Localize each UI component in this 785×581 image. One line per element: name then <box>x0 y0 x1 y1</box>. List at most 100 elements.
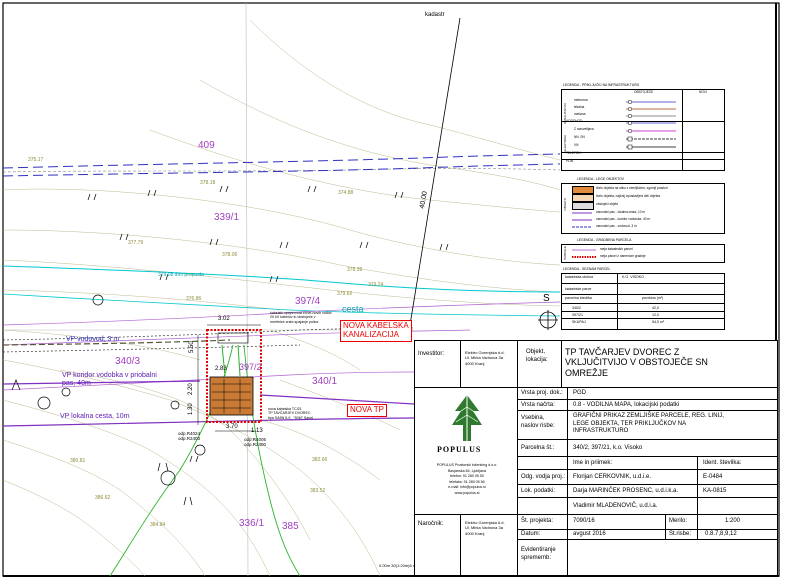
dimension-text: 5.50 <box>189 341 195 353</box>
elevation-label: 383.52 <box>310 488 326 494</box>
elevation-label: 378.18 <box>200 180 216 186</box>
dimension-text: 2.83 <box>215 366 227 372</box>
object-label: Objekt, lokacija: <box>526 349 548 363</box>
scale-label: Merilo: <box>669 518 688 524</box>
legend-row: tloris objekta, najbolj izpostavljeni de… <box>596 194 661 198</box>
elevation-label: 380.81 <box>70 458 86 464</box>
parcel-label-385: 385 <box>282 521 299 532</box>
substation-note: nova kabelska TCI21 TP TAVČARJEV DVOREC … <box>268 407 313 420</box>
parcel-no-label: Parcelna št.: <box>521 445 555 451</box>
elevation-label: 375.17 <box>28 157 44 163</box>
road-boundary <box>2 153 561 177</box>
client-label: Naročnik: <box>418 521 444 527</box>
ident-header: Ident. številka: <box>703 460 742 466</box>
elevation-label: 379.62 <box>337 291 353 297</box>
legend-ko-value: K.O. VISOKO <box>622 275 644 279</box>
legend-row: VN <box>574 143 579 147</box>
revision-label: Evidentiranje sprememb: <box>521 547 556 561</box>
legend-group: PARCELE <box>563 246 567 260</box>
legend-infrastructure: LEGENDA - PRIKLJUČKI NA INFRASTRUKTURO O… <box>561 83 725 172</box>
parcel-label-409: 409 <box>198 140 215 151</box>
object-value: TP TAVČARJEV DVOREC Z VKLJUČITVIJO V OBS… <box>565 347 708 378</box>
north-arrow <box>538 310 558 330</box>
water-line <box>2 265 561 293</box>
content-label: Vsebina, naslov risbe: <box>521 415 555 429</box>
parcel-label-340-3: 340/3 <box>115 356 141 367</box>
new-substation-label: NOVA TP <box>347 404 387 417</box>
point-note: odp.R4024 odp.R2403 <box>178 431 201 442</box>
grid-line <box>245 2 249 577</box>
parcel-no-value: 340/2, 397/21, k.o. Visoko <box>573 445 643 451</box>
legend-row: meteorna <box>574 98 588 102</box>
parcel-label-336-1: 336/1 <box>239 518 265 529</box>
legend-row: Z razsvetljava <box>574 127 594 131</box>
elevation-label: 379.08 dno propusta <box>158 272 204 278</box>
legend-total-label: SKUPAJ <box>572 320 586 324</box>
legend-ko-label: katastrska občina <box>565 275 593 279</box>
legend-group: OBJEKTI <box>563 198 567 211</box>
legend-total-value: 54,0 m² <box>652 320 665 324</box>
legend-title: LEGENDA - LEGE OBJEKTOV <box>577 177 625 181</box>
scale-value: 1:200 <box>725 518 741 524</box>
building-footprint <box>209 376 254 416</box>
north-label: S <box>543 293 550 304</box>
legend-col: parcelna številka <box>565 296 592 300</box>
date-value: avgust 2016 <box>573 531 606 537</box>
dimension-text: 1.13 <box>251 428 263 434</box>
lead-designer-id: E-0484 <box>703 474 723 480</box>
legend-parcels: LEGENDA - GRADBENA PARCELA PARCELE meja … <box>561 238 725 263</box>
location-data-name: Darja MARINČEK PROSENC, u.d.i.k.a. <box>573 488 679 494</box>
plan-type-label: Vrsta načrta: <box>521 402 555 408</box>
scale-bar-note: 0.00m 30(1:20m)6 m <box>378 562 418 569</box>
legend-row: fekalna <box>574 105 585 109</box>
project-no-value: 7090/16 <box>573 518 595 524</box>
legend-row: PLIN <box>566 159 574 163</box>
sheet-corner-label: kadastr <box>425 12 445 18</box>
dimension-line-40m <box>409 17 461 326</box>
legend-row: obstoječi objekt <box>596 202 618 206</box>
new-cable-ducts-label: NOVA KABELSKA KANALIZACIJA <box>340 320 412 342</box>
location-data-id: KA-0815 <box>703 488 727 494</box>
legend-col-obs: OBSTOJEČE <box>634 90 654 94</box>
legend-row: mešana <box>574 112 586 116</box>
dimension-text: 1.30 <box>188 403 194 415</box>
plan-type-value: 0.8 - VODILNA MAPA, lokacijski podatki <box>573 402 680 408</box>
elevation-label: 377.79 <box>128 240 144 246</box>
dimension-text: 3.70 <box>226 424 238 430</box>
drawing-no-value: 0.8.7,8,9,12 <box>705 531 737 537</box>
elevation-label: 378.06 <box>222 252 238 258</box>
name-header: Ime in priimek: <box>573 460 613 466</box>
legend-row: meja parcel z namenom gradnje <box>600 254 646 258</box>
legend-title: LEGENDA - GRADBENA PARCELA <box>577 238 632 242</box>
legend-group: ELEKTRIKA <box>563 135 567 152</box>
elevation-label: 386.62 <box>95 495 111 501</box>
legend-objects: LEGENDA - LEGE OBJEKTOV OBJEKTI tloris o… <box>561 177 725 234</box>
parcel-label-397-2: 397/2 <box>239 362 262 372</box>
elevation-label: 379.24 <box>368 282 384 288</box>
tree-symbols <box>37 294 206 486</box>
location-data-label: Lok. podatki: <box>521 488 556 494</box>
elevation-label: 376.86 <box>186 296 202 302</box>
doc-type-value: PGD <box>573 390 587 396</box>
parcel-label-339-1: 339/1 <box>214 212 240 223</box>
legend-parcel-list: LEGENDA - SEZNAM PARCEL katastrska občin… <box>561 267 725 330</box>
dimension-text: 2.20 <box>188 383 194 395</box>
dimension-text: 3.02 <box>218 316 230 322</box>
legend-row: varovalni pas - vodovod, 3 m <box>596 224 637 228</box>
legend-title: LEGENDA - PRIKLJUČKI NA INFRASTRUKTURO <box>563 83 640 87</box>
parcel-label-397-4: 397/4 <box>295 296 321 307</box>
parcel-label-340-1: 340/1 <box>312 376 338 387</box>
elevation-label: 384.84 <box>150 522 166 528</box>
legend-row: varovalni pas - lokalna cesta, 10 m <box>596 210 646 214</box>
cable-note: kabelski vpojni most Elnet-novih vodov 2… <box>270 311 332 324</box>
content-value: GRAFIČNI PRIKAZ ZEMLJIŠKE PARCELE, REG. … <box>573 413 724 434</box>
elevation-label: 374.88 <box>338 190 354 196</box>
elevation-label: 378.39 <box>347 267 363 273</box>
elevation-label: 382.66 <box>312 457 328 463</box>
vp-lokalna-label: VP lokalna cesta, 10m <box>60 413 130 420</box>
investor-label: Investitor: <box>418 351 445 357</box>
lead-designer-label: Odg. vodja proj.: <box>521 474 566 480</box>
logo-text: POPULUS <box>437 445 482 454</box>
point-note: odp.R4005 odp.R2400 <box>244 437 267 448</box>
investor-value: Elektro Gorenjska d.d. Ul. Mirka Vadnova… <box>465 350 505 366</box>
